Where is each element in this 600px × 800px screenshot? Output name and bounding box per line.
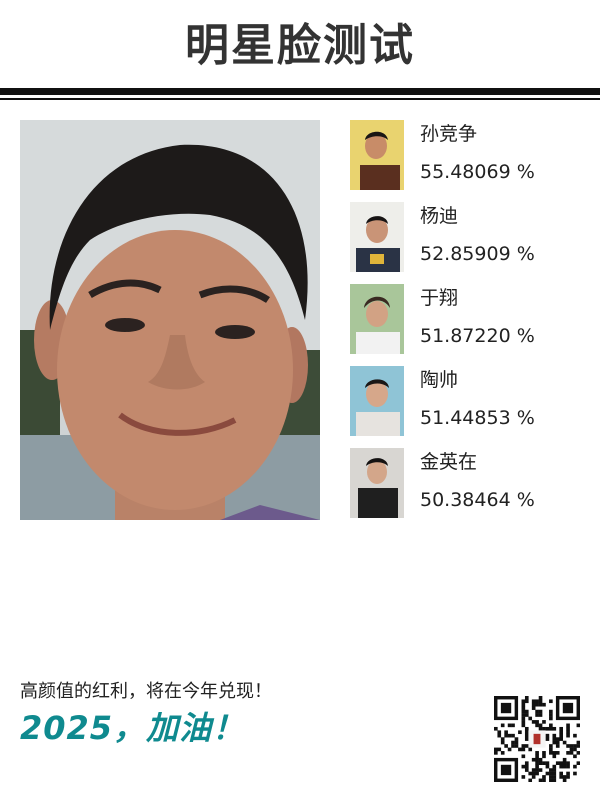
- list-item[interactable]: 杨迪 52.85909 %: [350, 202, 590, 284]
- celebrity-name: 陶帅: [420, 369, 459, 391]
- celebrity-name: 金英在: [420, 451, 478, 473]
- slogan-text: 高颜值的红利，将在今年兑现！: [20, 681, 272, 702]
- header-divider-thin: [0, 98, 600, 100]
- celebrity-match-list: 孙竞争 55.48069 % 杨迪 52.85909 % 于翔 51.87220…: [350, 120, 590, 530]
- celebrity-thumbnail: [350, 202, 404, 272]
- similarity-score: 51.44853 %: [420, 407, 535, 429]
- similarity-score: 50.38464 %: [420, 489, 535, 511]
- similarity-score: 51.87220 %: [420, 325, 535, 347]
- list-item[interactable]: 孙竞争 55.48069 %: [350, 120, 590, 202]
- list-item[interactable]: 陶帅 51.44853 %: [350, 366, 590, 448]
- list-item[interactable]: 金英在 50.38464 %: [350, 448, 590, 530]
- celebrity-thumbnail: [350, 284, 404, 354]
- celebrity-thumbnail: [350, 366, 404, 436]
- similarity-score: 52.85909 %: [420, 243, 535, 265]
- similarity-score: 55.48069 %: [420, 161, 535, 183]
- celebrity-thumbnail: [350, 448, 404, 518]
- celebrity-name: 杨迪: [420, 205, 459, 227]
- celebrity-name: 孙竞争: [420, 123, 478, 145]
- cheer-text: 2025，加油！: [20, 709, 246, 747]
- user-face-photo: [20, 120, 320, 520]
- list-item[interactable]: 于翔 51.87220 %: [350, 284, 590, 366]
- celebrity-thumbnail: [350, 120, 404, 190]
- celebrity-name: 于翔: [420, 287, 459, 309]
- page-title: 明星脸测试: [185, 20, 415, 71]
- header-divider-thick: [0, 88, 600, 95]
- qr-code-icon[interactable]: [494, 696, 580, 782]
